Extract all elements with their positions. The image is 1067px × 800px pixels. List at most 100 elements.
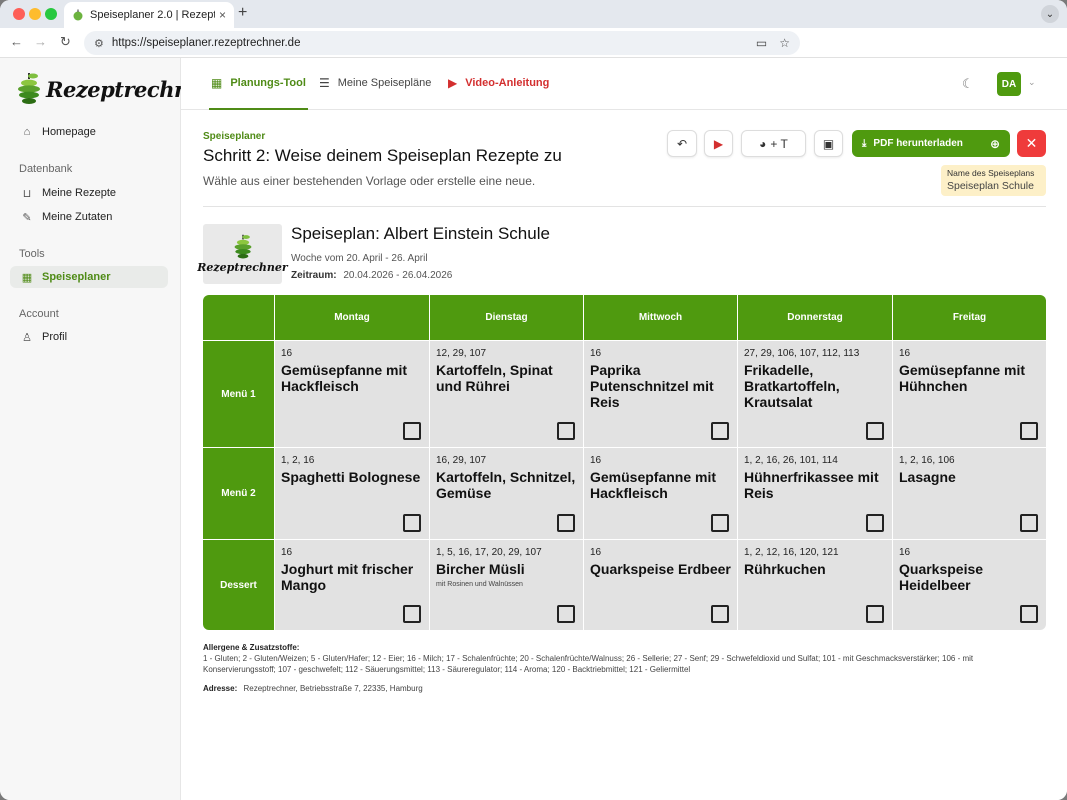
meal-allergens: 16 (281, 348, 293, 359)
tab-search-icon[interactable]: ⌄ (1041, 5, 1059, 23)
meal-cell[interactable]: 16 Joghurt mit frischer Mango (275, 540, 429, 630)
meal-cell[interactable]: 16 Quarkspeise Heidelbeer (893, 540, 1046, 630)
apple-logo-icon (18, 73, 40, 104)
sidebar-item-homepage[interactable]: ⌂ Homepage (10, 121, 168, 143)
legend-title: Allergene & Zusatzstoffe: (203, 643, 300, 652)
meal-checkbox[interactable] (711, 422, 729, 440)
meal-cell[interactable]: 16 Gemüsepfanne mit Hühnchen (893, 341, 1046, 447)
meal-cell[interactable]: 1, 5, 16, 17, 20, 29, 107 Bircher Müsli mi… (430, 540, 583, 630)
meal-dish-name: Kartoffeln, Spinat und Rührei (436, 362, 553, 394)
sidebar-item-profil[interactable]: ♙ Profil (10, 326, 168, 348)
sidebar-item-label: Profil (42, 331, 68, 343)
day-header: Freitag (893, 295, 1046, 340)
meal-allergens: 1, 5, 16, 17, 20, 29, 107 (436, 547, 542, 558)
sidebar-item-meine-zutaten[interactable]: ✎ Meine Zutaten (10, 206, 168, 228)
back-icon[interactable]: ← (10, 34, 23, 49)
legend-text: 1 - Gluten; 2 - Gluten/Weizen; 5 - Glute… (203, 654, 974, 674)
meal-cell[interactable]: 16 Paprika Putenschnitzel mit Reis (584, 341, 737, 447)
bookmark-star-icon[interactable]: ☆ (779, 36, 790, 50)
zoom-preview-icon[interactable]: ⊕ (990, 137, 1000, 151)
plan-week: Woche vom 20. April - 26. April (291, 253, 428, 264)
meal-cell[interactable]: 1, 2, 12, 16, 120, 121 Rührkuchen (738, 540, 892, 630)
meal-checkbox[interactable] (866, 514, 884, 532)
plan-logo-text: Rezeptrechner (197, 261, 288, 274)
minimize-window-button[interactable] (29, 8, 41, 20)
breadcrumb[interactable]: Speiseplaner (203, 131, 265, 142)
tab-label: Planungs-Tool (230, 77, 306, 89)
day-header: Dienstag (430, 295, 583, 340)
meal-checkbox[interactable] (866, 422, 884, 440)
meal-checkbox[interactable] (711, 514, 729, 532)
close-window-button[interactable] (13, 8, 25, 20)
meal-cell[interactable]: 1, 2, 16 Spaghetti Bolognese (275, 448, 429, 539)
meal-cell[interactable]: 16 Gemüsepfanne mit Hackfleisch (584, 448, 737, 539)
main-content: ▦ Planungs-Tool ☰ Meine Speisepläne ▶ Vi… (181, 58, 1067, 800)
forward-icon[interactable]: → (34, 34, 47, 49)
pdf-download-button[interactable]: ⤓ PDF herunterladen ⊕ (852, 130, 1010, 157)
app-root: Rezeptrechner ⌂ Homepage Datenbank ⊔ Mei… (0, 58, 1067, 800)
dark-mode-toggle-icon[interactable]: ☾ (962, 76, 974, 92)
plan-name-value: Speiseplan Schule (947, 180, 1034, 192)
address-bar[interactable]: ⚙ https://speiseplaner.rezeptrechner.de … (84, 31, 800, 55)
browser-tab[interactable]: Speiseplaner 2.0 | Rezeptrechner × (64, 2, 234, 28)
tab-label: Video-Anleitung (465, 77, 550, 89)
divider (203, 206, 1046, 207)
meal-dish-name: Paprika Putenschnitzel mit Reis (590, 362, 714, 410)
browser-tabbar: Speiseplaner 2.0 | Rezeptrechner × + ⌄ (0, 0, 1067, 28)
tab-close-icon[interactable]: × (219, 8, 226, 22)
meal-dish-name: Gemüsepfanne mit Hackfleisch (281, 362, 408, 394)
pot-icon: ⊔ (22, 187, 32, 200)
sidebar-item-label: Speiseplaner (42, 271, 111, 283)
new-tab-icon[interactable]: + (238, 4, 247, 22)
tab-planungs-tool[interactable]: ▦ Planungs-Tool (209, 76, 308, 110)
meal-dish-name: Bircher Müsli (436, 561, 525, 577)
tab-video-anleitung[interactable]: ▶ Video-Anleitung (448, 76, 549, 90)
reload-icon[interactable]: ↻ (60, 34, 71, 50)
apple-logo-icon (73, 9, 83, 21)
close-button[interactable]: ✕ (1017, 130, 1046, 157)
meal-cell[interactable]: 27, 29, 106, 107, 112, 113 Frikadelle, Br… (738, 341, 892, 447)
meal-checkbox[interactable] (1020, 605, 1038, 623)
meal-cell[interactable]: 12, 29, 107 Kartoffeln, Spinat und Rührei (430, 341, 583, 447)
meal-cell[interactable]: 16 Quarkspeise Erdbeer (584, 540, 737, 630)
meal-cell[interactable]: 1, 2, 16, 106 Lasagne (893, 448, 1046, 539)
meal-cell[interactable]: 1, 2, 16, 26, 101, 114 Hühnerfrikassee mi… (738, 448, 892, 539)
video-button[interactable]: ▶ (704, 130, 733, 157)
meal-checkbox[interactable] (711, 605, 729, 623)
maximize-window-button[interactable] (45, 8, 57, 20)
meal-checkbox[interactable] (1020, 514, 1038, 532)
meal-cell[interactable]: 16 Gemüsepfanne mit Hackfleisch (275, 341, 429, 447)
card-icon[interactable]: ▭ (756, 36, 767, 50)
meal-checkbox[interactable] (403, 422, 421, 440)
style-button[interactable]: ◕ + T (741, 130, 806, 157)
meal-allergens: 16, 29, 107 (436, 455, 487, 466)
save-button[interactable]: ▣ (814, 130, 843, 157)
meal-cell[interactable]: 16, 29, 107 Kartoffeln, Schnitzel, Gemüse (430, 448, 583, 539)
chevron-down-icon[interactable]: ⌄ (1028, 77, 1036, 88)
row-label: Menü 1 (203, 341, 274, 447)
site-info-icon[interactable]: ⚙ (94, 37, 104, 50)
tab-meine-speiseplaene[interactable]: ☰ Meine Speisepläne (319, 76, 431, 90)
tab-title: Speiseplaner 2.0 | Rezeptrechner (90, 9, 215, 21)
plan-name-tooltip[interactable]: Name des Speiseplans Speiseplan Schule (941, 165, 1046, 196)
meal-checkbox[interactable] (557, 422, 575, 440)
pdf-download-label: PDF herunterladen (873, 138, 963, 149)
meal-dish-name: Joghurt mit frischer Mango (281, 561, 414, 593)
meal-checkbox[interactable] (557, 605, 575, 623)
sidebar-item-meine-rezepte[interactable]: ⊔ Meine Rezepte (10, 182, 168, 204)
sidebar-item-speiseplaner[interactable]: ▦ Speiseplaner (10, 266, 168, 288)
meal-checkbox[interactable] (866, 605, 884, 623)
row-label: Dessert (203, 540, 274, 630)
day-header: Donnerstag (738, 295, 892, 340)
meal-checkbox[interactable] (403, 605, 421, 623)
avatar[interactable]: DA (997, 72, 1021, 96)
calendar-icon: ▦ (21, 271, 33, 284)
meal-allergens: 1, 2, 16, 106 (899, 455, 955, 466)
undo-button[interactable]: ↶ (667, 130, 697, 157)
meal-checkbox[interactable] (1020, 422, 1038, 440)
day-header: Mittwoch (584, 295, 737, 340)
meal-checkbox[interactable] (557, 514, 575, 532)
plan-name-label: Name des Speiseplans (947, 168, 1035, 178)
plan-logo[interactable]: Rezeptrechner (197, 224, 288, 284)
meal-checkbox[interactable] (403, 514, 421, 532)
